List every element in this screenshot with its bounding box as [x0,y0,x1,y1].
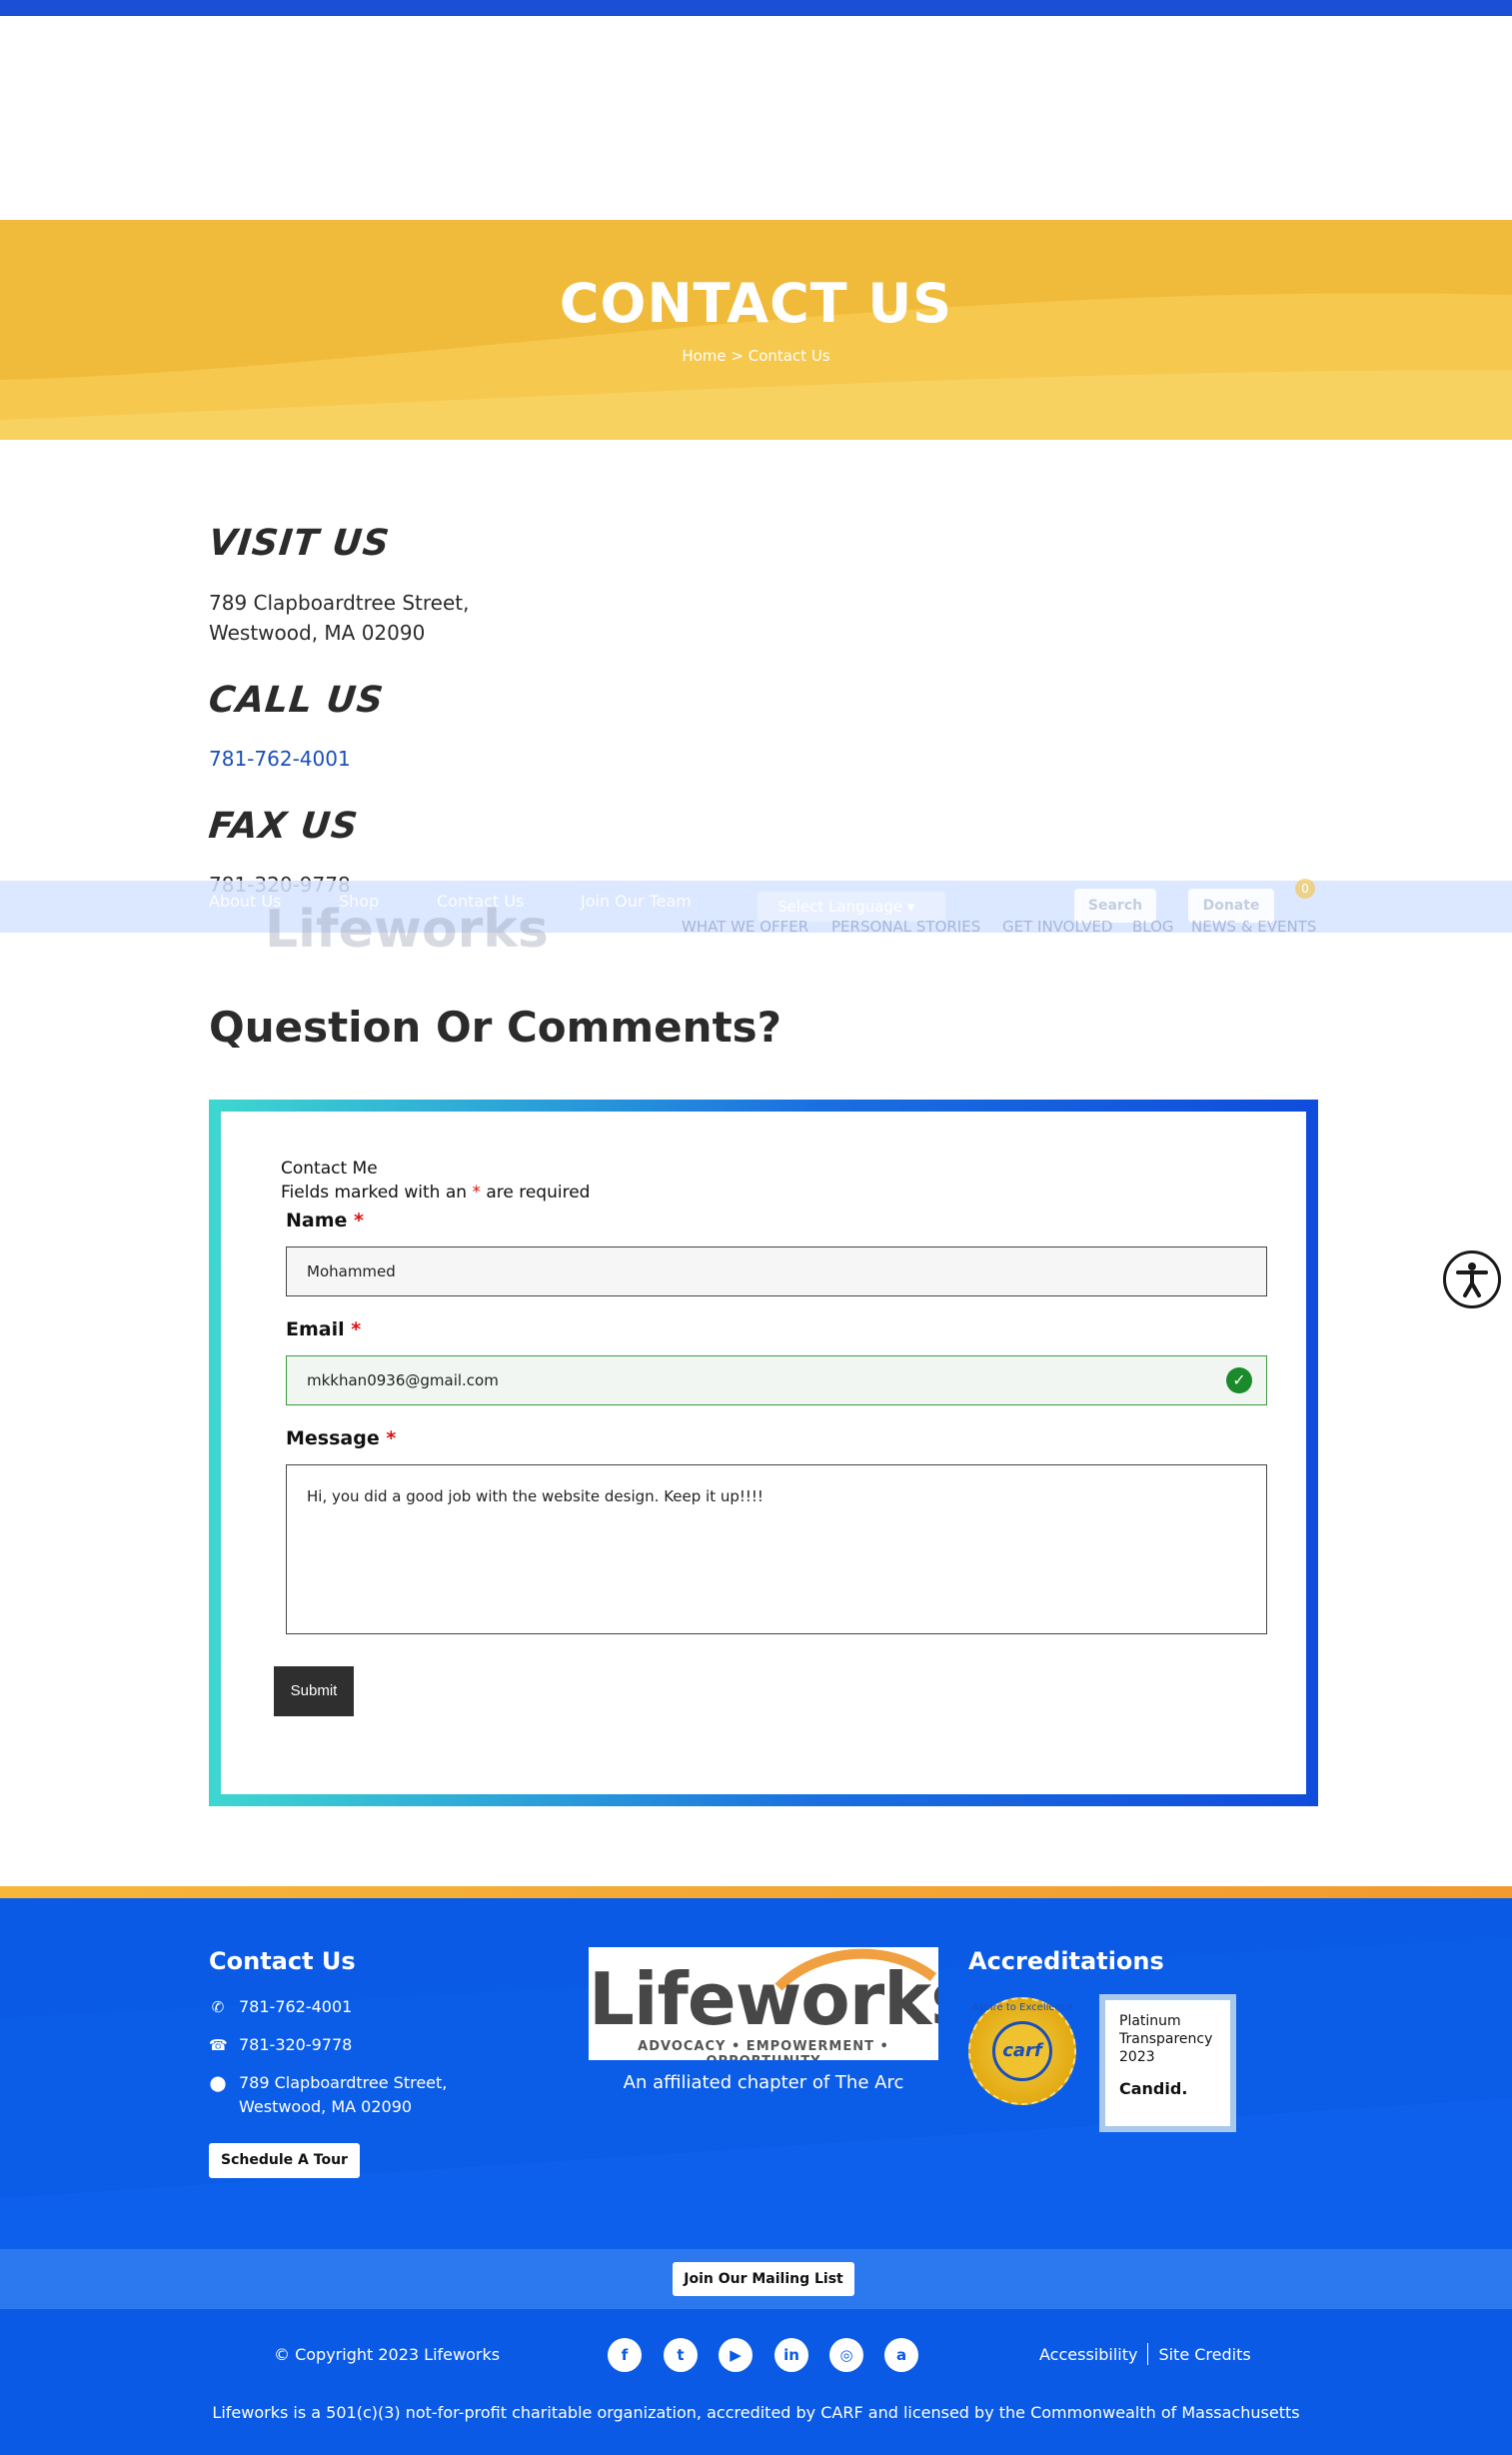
phone-icon: ✆ [211,1998,225,2016]
candid-line: 2023 [1119,2049,1155,2065]
check-circle-icon: ✓ [1226,1367,1252,1393]
email-label: Email * [286,1318,361,1340]
questions-heading: Question Or Comments? [209,1003,782,1052]
logo-tagline: ADVOCACY • EMPOWERMENT • OPPORTUNITY [638,2039,889,2060]
accreditations-heading: Accreditations [968,1947,1164,1975]
amazon-icon[interactable]: a [884,2338,918,2372]
accessibility-icon [1456,1262,1488,1297]
twitter-icon[interactable]: t [664,2338,698,2372]
nav-link-contact[interactable]: Contact Us [437,892,524,911]
schedule-tour-button[interactable]: Schedule A Tour [209,2143,360,2178]
name-label: Name * [286,1210,364,1231]
carf-logo-text: carf [992,2021,1052,2081]
carf-seal[interactable]: Aspire to Excellence carf [968,1997,1076,2105]
message-label: Message * [286,1427,396,1449]
nav-link-get-involved[interactable]: GET INVOLVED [1002,918,1112,936]
affiliation-text: An affiliated chapter of The Arc [623,2072,904,2093]
footer-address: 789 Clapboardtree Street, Westwood, MA 0… [239,2071,447,2119]
visit-address-line1: 789 Clapboardtree Street, [209,591,470,615]
required-note-text-end: are required [480,1183,591,1203]
nav-link-join-team[interactable]: Join Our Team [581,892,692,911]
nav-link-blog[interactable]: BLOG [1132,918,1174,936]
site-credits-link[interactable]: Site Credits [1158,2345,1250,2364]
language-select-value: Select Language [777,898,903,916]
visit-address-line2: Westwood, MA 02090 [209,621,426,645]
required-asterisk: * [386,1427,397,1449]
linkedin-icon[interactable]: in [774,2338,808,2372]
breadcrumb[interactable]: Home > Contact Us [0,347,1512,365]
accessibility-link[interactable]: Accessibility [1039,2345,1137,2364]
name-field-value: Mohammed [307,1262,396,1280]
required-asterisk: * [354,1210,364,1231]
footer-phone-row[interactable]: ✆ 781-762-4001 [209,1995,353,2019]
logo-wordmark: Lifeworks [589,1957,938,2041]
footer-logo[interactable]: Lifeworks ADVOCACY • EMPOWERMENT • OPPOR… [589,1947,938,2060]
footer-bottom [0,2309,1512,2455]
nav-link-news-events[interactable]: NEWS & EVENTS [1191,918,1316,936]
required-note: Fields marked with an * are required [281,1183,590,1203]
nav-link-personal-stories[interactable]: PERSONAL STORIES [831,918,980,936]
link-separator [1147,2343,1149,2365]
footer-address-line2: Westwood, MA 02090 [239,2097,413,2116]
nav-link-about[interactable]: About Us [209,892,281,911]
legal-notice: Lifeworks is a 501(c)(3) not-for-profit … [212,2403,1300,2422]
fax-us-heading: FAX US [206,806,361,847]
required-asterisk: * [472,1183,481,1203]
nav-link-shop[interactable]: Shop [339,892,379,911]
join-mailing-list-button[interactable]: Join Our Mailing List [673,2262,854,2296]
footer-fax-row: ☎ 781-320-9778 [209,2033,352,2057]
name-label-text: Name [286,1210,348,1231]
call-phone-link[interactable]: 781-762-4001 [209,744,351,774]
youtube-icon[interactable]: ▶ [719,2338,753,2372]
name-field[interactable]: Mohammed [286,1246,1267,1296]
nav-link-what-we-offer[interactable]: WHAT WE OFFER [682,918,808,936]
top-accent-bar [0,0,1512,16]
cart-count-badge[interactable]: 0 [1295,879,1315,899]
candid-brand: Candid. [1119,2079,1188,2098]
message-textarea[interactable]: Hi, you did a good job with the website … [286,1464,1267,1634]
candid-line: Transparency [1119,2031,1213,2047]
footer-accent-strip [0,1886,1512,1898]
footer-phone[interactable]: 781-762-4001 [239,1995,352,2019]
form-caption: Contact Me [281,1159,378,1179]
footer-links: Accessibility Site Credits [1039,2343,1251,2365]
instagram-icon[interactable]: ◎ [829,2338,863,2372]
footer-contact-heading: Contact Us [209,1947,356,1975]
email-field[interactable]: mkkhan0936@gmail.com ✓ [286,1355,1267,1405]
required-note-text: Fields marked with an [281,1183,473,1203]
map-pin-icon: ⬤ [209,2074,227,2092]
footer-fax: 781-320-9778 [239,2035,353,2054]
fax-icon: ☎ [209,2036,228,2054]
candid-line: Platinum [1119,2013,1181,2029]
footer-address-line1: 789 Clapboardtree Street, [239,2073,448,2092]
email-label-text: Email [286,1318,345,1340]
message-label-text: Message [286,1427,380,1449]
contact-form-frame: Contact Me Fields marked with an * are r… [209,1100,1318,1806]
email-field-value: mkkhan0936@gmail.com [307,1371,499,1389]
footer-address-row: ⬤ 789 Clapboardtree Street, Westwood, MA… [209,2071,448,2119]
copyright: © Copyright 2023 Lifeworks [274,2345,501,2364]
contact-form: Contact Me Fields marked with an * are r… [221,1112,1306,1794]
carf-ring-text: Aspire to Excellence [971,2002,1073,2013]
submit-button[interactable]: Submit [274,1666,354,1716]
message-textarea-value: Hi, you did a good job with the website … [307,1487,763,1505]
facebook-icon[interactable]: f [608,2338,642,2372]
visit-us-heading: VISIT US [206,523,392,564]
candid-seal[interactable]: Platinum Transparency 2023 Candid. [1099,1994,1236,2132]
call-us-heading: CALL US [206,680,387,721]
required-asterisk: * [351,1318,362,1340]
accessibility-widget-button[interactable] [1443,1250,1501,1308]
page-title: CONTACT US [559,272,953,335]
